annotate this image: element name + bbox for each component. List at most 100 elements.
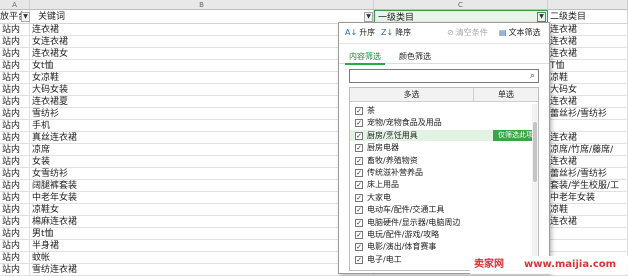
column-header-c[interactable]: C: [374, 0, 548, 10]
cell-keyword[interactable]: 真丝连衣裙: [30, 132, 374, 144]
checkbox-icon[interactable]: ✓: [355, 169, 363, 177]
cell-category2[interactable]: T恤: [548, 60, 628, 72]
filter-list-item[interactable]: ✓ 茶: [350, 105, 528, 116]
cell-keyword[interactable]: 阔腿裤套装: [30, 180, 374, 192]
cell-platform[interactable]: 站内: [0, 228, 30, 240]
checkbox-icon[interactable]: ✓: [355, 144, 363, 153]
cell-platform[interactable]: 站内: [0, 192, 30, 204]
tab-color-filter[interactable]: 颜色筛选: [395, 50, 435, 63]
checkbox-icon[interactable]: ✓: [355, 119, 363, 128]
cell-category2[interactable]: [548, 228, 628, 240]
cell-category2[interactable]: 连衣裙: [548, 96, 628, 108]
cell-platform[interactable]: 站内: [0, 24, 30, 36]
cell-category2[interactable]: 连衣裙: [548, 132, 628, 144]
cell-keyword[interactable]: 雪纺衫: [30, 108, 374, 120]
cell-platform[interactable]: 站内: [0, 240, 30, 252]
cell-category2[interactable]: 中老年女装: [548, 192, 628, 204]
cell-category2[interactable]: 套装/学生校服/工: [548, 180, 628, 192]
cell-keyword[interactable]: 手机: [30, 120, 374, 132]
filter-list-item[interactable]: ✓ 电玩/配件/游戏/攻略: [350, 229, 528, 240]
filter-list-item[interactable]: ✓ 电脑硬件/显示器/电脑周边: [350, 217, 528, 228]
cell-platform[interactable]: 站内: [0, 204, 30, 216]
column-header-b[interactable]: B: [30, 0, 374, 10]
filter-list-item[interactable]: ✓ 床上用品: [350, 179, 528, 190]
cell-platform[interactable]: 站内: [0, 156, 30, 168]
cell-keyword[interactable]: 男t恤: [30, 228, 374, 240]
cell-category2[interactable]: 凉席/竹席/藤席/: [548, 144, 628, 156]
cell-keyword[interactable]: 中老年女装: [30, 192, 374, 204]
cell-keyword[interactable]: 棉麻连衣裙: [30, 216, 374, 228]
cell-category2[interactable]: 凉鞋: [548, 72, 628, 84]
cell-platform[interactable]: 站内: [0, 132, 30, 144]
filter-list-item[interactable]: ✓ 大家电: [350, 192, 528, 203]
cell-keyword[interactable]: 女装: [30, 156, 374, 168]
cell-keyword[interactable]: 凉席: [30, 144, 374, 156]
filter-list-item[interactable]: ✓ 传统滋补营养品: [350, 167, 528, 178]
filter-search-input[interactable]: ⌕: [349, 69, 539, 83]
filter-list-item[interactable]: ✓ 畜牧/养殖物资: [350, 155, 528, 166]
checkbox-icon[interactable]: ✓: [355, 181, 363, 190]
cell-category2[interactable]: 蕾丝衫/雪纺衫: [548, 168, 628, 180]
sort-descending-button[interactable]: Z↓ 降序: [381, 27, 411, 39]
cell-keyword[interactable]: 凉鞋女: [30, 204, 374, 216]
cell-category2[interactable]: 连衣裙: [548, 48, 628, 60]
checkbox-icon[interactable]: ✓: [355, 206, 363, 215]
cell-keyword[interactable]: 半身裙: [30, 240, 374, 252]
cell-platform[interactable]: 站内: [0, 216, 30, 228]
list-scrollbar[interactable]: [532, 104, 538, 268]
sort-ascending-button[interactable]: A↓ 升序: [345, 27, 375, 39]
cell-platform[interactable]: 站内: [0, 36, 30, 48]
filter-list-item[interactable]: ✓ 宠物/宠物食品及用品: [350, 117, 528, 128]
text-filter-button[interactable]: ▤ 文本筛选: [499, 27, 541, 39]
header-cell-keyword[interactable]: 关键词: [30, 10, 374, 24]
checkbox-icon[interactable]: ✓: [355, 107, 363, 115]
filter-dropdown-b[interactable]: ▼: [364, 12, 373, 22]
column-header-a[interactable]: A: [0, 0, 30, 10]
cell-keyword[interactable]: 大码女装: [30, 84, 374, 96]
cell-platform[interactable]: 站内: [0, 48, 30, 60]
cell-category2[interactable]: 连衣裙: [548, 24, 628, 36]
cell-platform[interactable]: 站内: [0, 144, 30, 156]
checkbox-icon[interactable]: ✓: [355, 243, 363, 252]
cell-keyword[interactable]: 女雪纺衫: [30, 168, 374, 180]
checkbox-icon[interactable]: ✓: [355, 131, 363, 140]
cell-platform[interactable]: 站内: [0, 180, 30, 192]
cell-platform[interactable]: 站内: [0, 252, 30, 264]
cell-category2[interactable]: 连衣裙: [548, 156, 628, 168]
cell-category2[interactable]: 凉鞋: [548, 204, 628, 216]
cell-keyword[interactable]: 女凉鞋: [30, 72, 374, 84]
cell-category2[interactable]: 连衣裙: [548, 36, 628, 48]
cell-keyword[interactable]: 女连衣裙: [30, 36, 374, 48]
cell-platform[interactable]: 站内: [0, 120, 30, 132]
header-cell-category2[interactable]: 二级类目: [548, 10, 628, 24]
cell-platform[interactable]: 站内: [0, 72, 30, 84]
cell-platform[interactable]: 站内: [0, 108, 30, 120]
cell-category2[interactable]: [548, 120, 628, 132]
cell-category2[interactable]: [548, 240, 628, 252]
filter-list-item[interactable]: ✓ 厨房电器: [350, 142, 528, 153]
cell-keyword[interactable]: 女t恤: [30, 60, 374, 72]
cell-platform[interactable]: 站内: [0, 60, 30, 72]
clear-filter-button[interactable]: ⊘ 清空条件: [447, 27, 488, 39]
checkbox-icon[interactable]: ✓: [355, 156, 363, 165]
filter-dropdown-a[interactable]: ▼: [21, 12, 30, 22]
filter-dropdown-c[interactable]: ▼: [537, 12, 546, 22]
checkbox-icon[interactable]: ✓: [355, 193, 363, 202]
checkbox-icon[interactable]: ✓: [355, 231, 363, 239]
scrollbar-thumb[interactable]: [533, 122, 537, 182]
cell-keyword[interactable]: 连衣裙女: [30, 48, 374, 60]
single-select-header[interactable]: 单选: [474, 88, 538, 102]
checkbox-icon[interactable]: ✓: [355, 255, 363, 264]
cell-platform[interactable]: 站内: [0, 168, 30, 180]
tab-content-filter[interactable]: 内容筛选: [345, 50, 385, 65]
filter-list-item[interactable]: ✓ 厨房/烹饪用具 仅筛选此项: [350, 129, 538, 141]
cell-platform[interactable]: 站内: [0, 84, 30, 96]
cell-keyword[interactable]: 连衣裙夏: [30, 96, 374, 108]
filter-list-item[interactable]: ✓ 电动车/配件/交通工具: [350, 204, 528, 215]
cell-category2[interactable]: 连衣裙: [548, 216, 628, 228]
multi-select-header[interactable]: 多选: [350, 88, 474, 102]
cell-platform[interactable]: 站内: [0, 264, 30, 276]
cell-platform[interactable]: 站内: [0, 96, 30, 108]
column-header-d[interactable]: [548, 0, 628, 10]
cell-keyword[interactable]: 连衣裙: [30, 24, 374, 36]
